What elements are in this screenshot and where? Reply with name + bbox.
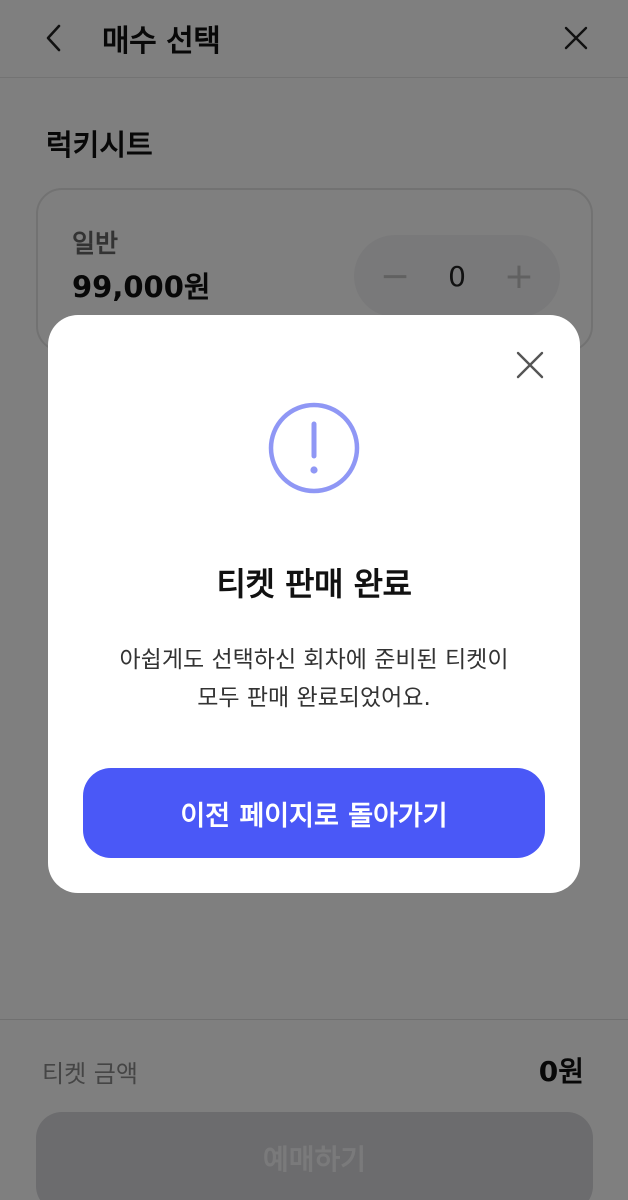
dialog-message: 아쉽게도 선택하신 회차에 준비된 티켓이 모두 판매 완료되었어요.	[48, 641, 580, 717]
dialog-close-button[interactable]	[506, 341, 554, 389]
dialog-message-line: 모두 판매 완료되었어요.	[197, 685, 431, 711]
alert-circle-icon	[268, 402, 360, 494]
go-back-button[interactable]: 이전 페이지로 돌아가기	[83, 768, 545, 858]
dialog-message-line: 아쉽게도 선택하신 회차에 준비된 티켓이	[119, 647, 509, 673]
dialog-title: 티켓 판매 완료	[216, 565, 412, 603]
sold-out-dialog: 티켓 판매 완료 아쉽게도 선택하신 회차에 준비된 티켓이 모두 판매 완료되…	[48, 315, 580, 893]
close-icon	[516, 351, 544, 379]
